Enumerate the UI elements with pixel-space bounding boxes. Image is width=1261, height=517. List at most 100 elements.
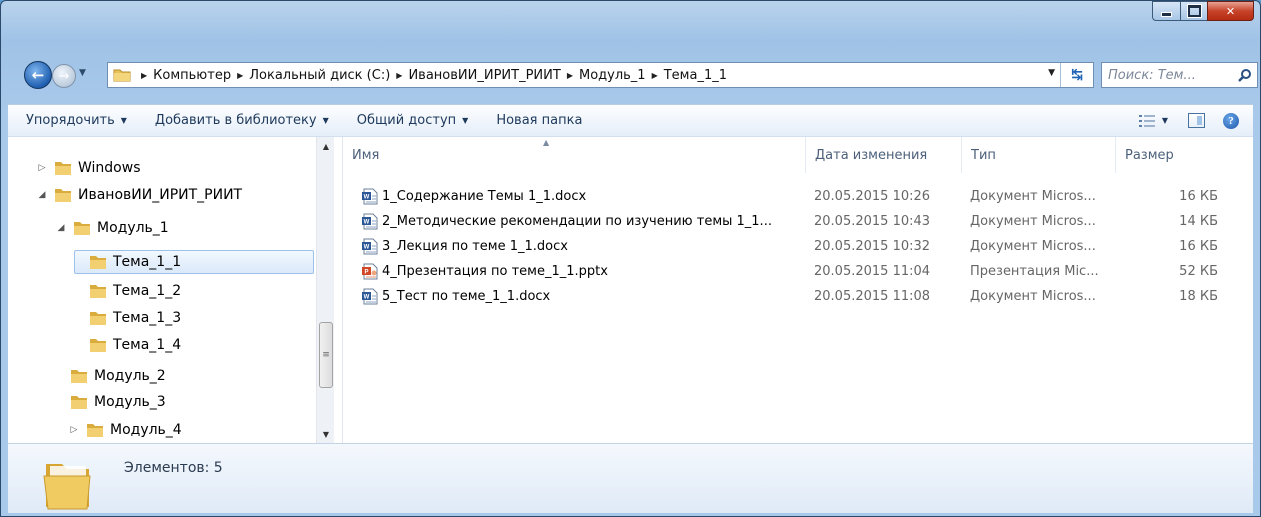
scroll-down-icon[interactable]: ▼ [317,425,335,443]
search-icon[interactable] [1238,68,1252,82]
folder-icon [90,285,106,298]
breadcrumb-arrow-icon[interactable]: ▶ [237,71,243,80]
file-name: 2_Методические рекомендации по изучению … [382,213,772,229]
scroll-up-icon[interactable]: ▲ [317,137,335,155]
forward-button[interactable]: → [52,64,76,88]
folder-icon [43,464,91,510]
refresh-button[interactable]: ↹ [1060,63,1093,87]
tree-item-label: Тема_1_1 [113,254,182,270]
table-row[interactable]: P 4_Презентация по теме_1_1.pptx 20.05.2… [343,260,1223,282]
breadcrumb-arrow-icon[interactable]: ▶ [567,71,573,80]
share-button[interactable]: Общий доступ ▼ [357,113,469,128]
tree-item-label: Модуль_4 [110,422,182,438]
tree-item-label: ИвановИИ_ИРИТ_РИИТ [78,187,243,203]
breadcrumb-computer[interactable]: Компьютер [153,68,231,83]
folder-icon [87,424,103,437]
new-folder-button[interactable]: Новая папка [496,113,582,128]
caption-buttons: ✕ [1152,1,1254,21]
breadcrumb-module[interactable]: Модуль_1 [579,68,646,83]
column-header-label: Тип [971,147,996,163]
address-dropdown-icon[interactable]: ▼ [1048,68,1055,78]
search-placeholder: Поиск: Тем... [1108,67,1196,83]
address-bar[interactable]: ▶ Компьютер ▶ Локальный диск (C:) ▶ Иван… [107,62,1094,88]
file-type: Презентация Mic... [970,263,1099,279]
back-button[interactable]: ← [24,61,52,89]
breadcrumb-user-folder[interactable]: ИвановИИ_ИРИТ_РИИТ [408,68,560,83]
expand-icon[interactable]: ▷ [36,163,48,173]
collapse-icon[interactable]: ◢ [55,223,67,233]
tree-item-module-3[interactable]: Модуль_3 [56,390,256,414]
column-header-label: Размер [1125,147,1174,163]
breadcrumb-arrow-icon[interactable]: ▶ [652,71,658,80]
file-type: Документ Micros... [970,188,1096,204]
breadcrumb-arrow-icon[interactable]: ▶ [396,71,402,80]
svg-text:P: P [364,269,368,275]
tree-item-label: Модуль_3 [94,394,166,410]
tree-item-topic-1-1[interactable]: Тема_1_1 [74,250,314,274]
column-header-type[interactable]: Тип [961,137,1115,173]
tree-item-topic-1-3[interactable]: Тема_1_3 [75,306,275,330]
breadcrumb-arrow-icon[interactable]: ▶ [141,71,147,80]
help-icon[interactable]: ? [1223,112,1239,129]
refresh-icon: ↹ [1071,67,1083,83]
tree-item-module-2[interactable]: Модуль_2 [56,364,256,388]
maximize-button[interactable] [1180,1,1207,21]
expand-icon[interactable]: ▷ [68,425,80,435]
file-name: 4_Презентация по теме_1_1.pptx [382,263,608,279]
views-icon[interactable] [1138,114,1155,127]
tree-item-module-1[interactable]: ◢ Модуль_1 [55,216,255,240]
word-doc-icon: W [362,288,378,304]
file-size: 52 КБ [1179,263,1218,279]
forward-arrow-icon: → [58,68,70,84]
scroll-thumb[interactable]: ≡ [319,322,333,388]
file-date: 20.05.2015 10:43 [814,213,931,229]
file-name: 1_Содержание Темы 1_1.docx [382,188,587,204]
search-input[interactable]: Поиск: Тем... [1101,62,1258,88]
svg-text:W: W [364,244,370,250]
folder-icon [90,312,106,325]
recent-pages-button[interactable]: ▼ [79,68,86,78]
table-row[interactable]: W 5_Тест по теме_1_1.docx 20.05.2015 11:… [343,285,1223,307]
table-row[interactable]: W 2_Методические рекомендации по изучени… [343,210,1223,232]
file-date: 20.05.2015 11:08 [814,288,931,304]
word-doc-icon: W [362,213,378,229]
table-row[interactable]: W 3_Лекция по теме 1_1.docx 20.05.2015 1… [343,235,1223,257]
pane-splitter[interactable] [334,137,343,443]
add-to-library-label: Добавить в библиотеку [154,113,317,128]
close-button[interactable]: ✕ [1207,1,1254,21]
tree-item-topic-1-4[interactable]: Тема_1_4 [75,333,275,357]
navigation-scrollbar[interactable]: ▲ ≡ ▼ [316,137,335,443]
tree-item-user-folder[interactable]: ◢ ИвановИИ_ИРИТ_РИИТ [36,183,296,207]
add-to-library-button[interactable]: Добавить в библиотеку ▼ [155,113,329,128]
collapse-icon[interactable]: ◢ [36,190,48,200]
preview-pane-icon[interactable] [1188,113,1205,128]
table-row[interactable]: W 1_Содержание Темы 1_1.docx 20.05.2015 … [343,185,1223,207]
column-header-date[interactable]: Дата изменения [805,137,961,173]
file-name: 3_Лекция по теме 1_1.docx [382,238,568,254]
folder-icon [55,162,71,175]
minimize-button[interactable] [1152,1,1180,21]
file-name-cell: P 4_Презентация по теме_1_1.pptx [362,260,608,282]
chevron-down-icon: ▼ [120,116,127,125]
column-header-name[interactable]: Имя ▲ [343,137,805,173]
command-bar: Упорядочить ▼ Добавить в библиотеку ▼ Общи… [8,104,1253,136]
sort-ascending-icon: ▲ [543,138,550,147]
toolbar-right: ▼ ? [1138,112,1239,129]
folder-icon [113,69,131,82]
column-header-size[interactable]: Размер [1115,137,1221,173]
back-arrow-icon: ← [31,66,45,84]
tree-item-label: Тема_1_3 [113,310,182,326]
breadcrumb-topic[interactable]: Тема_1_1 [664,68,727,83]
tree-item-topic-1-2[interactable]: Тема_1_2 [75,279,275,303]
column-header-label: Дата изменения [815,147,928,163]
file-name: 5_Тест по теме_1_1.docx [382,288,551,304]
organize-button[interactable]: Упорядочить ▼ [26,113,127,128]
maximize-icon [1187,5,1201,17]
tree-item-windows[interactable]: ▷ Windows [36,156,236,180]
chevron-down-icon: ▼ [79,68,86,78]
breadcrumb-local-disk[interactable]: Локальный диск (C:) [249,68,390,83]
views-dropdown-icon[interactable]: ▼ [1162,116,1168,125]
tree-item-label: Тема_1_4 [113,337,182,353]
tree-item-module-4[interactable]: ▷ Модуль_4 [68,418,268,442]
tree-item-label: Модуль_1 [97,220,169,236]
